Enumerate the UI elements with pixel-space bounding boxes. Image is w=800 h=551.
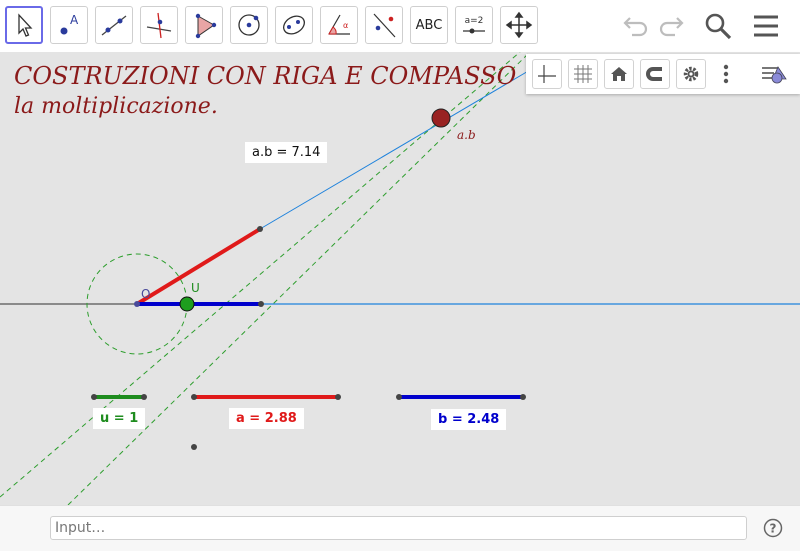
line-tool[interactable]: [95, 6, 133, 44]
point-b-end[interactable]: [258, 301, 264, 307]
label-ab[interactable]: a.b = 7.14: [245, 142, 328, 163]
point-product-label: a.b: [457, 128, 476, 142]
polygon-icon: [195, 13, 217, 39]
svg-text:a=2: a=2: [465, 16, 484, 26]
svg-text:?: ?: [770, 522, 777, 536]
point-u-label: U: [191, 281, 200, 295]
label-a[interactable]: a = 2.88: [229, 408, 304, 429]
line-icon: [101, 15, 127, 36]
svg-text:A: A: [70, 13, 79, 27]
undo-button[interactable]: [617, 8, 653, 44]
svg-text:α: α: [343, 21, 348, 30]
slider-tool[interactable]: a=2: [455, 6, 493, 44]
label-u[interactable]: u = 1: [93, 408, 146, 429]
style-bar: [526, 54, 800, 94]
dashed-parallel-2[interactable]: [67, 52, 531, 505]
circle-tool[interactable]: [230, 6, 268, 44]
grid-toggle-button[interactable]: [568, 59, 598, 89]
segment-b-end[interactable]: [520, 394, 526, 400]
graphics-view[interactable]: COSTRUZIONI CON RIGA E COMPASSO la molti…: [0, 52, 800, 505]
angle-tool[interactable]: α: [320, 6, 358, 44]
segment-u-end[interactable]: [141, 394, 147, 400]
ellipse-tool[interactable]: [275, 6, 313, 44]
slider-icon: a=2: [463, 16, 485, 34]
point-o-label: O: [141, 287, 151, 301]
axes-icon: [538, 65, 556, 83]
settings-button[interactable]: [676, 59, 706, 89]
point-icon: A: [60, 13, 79, 35]
input-bar: ?: [0, 505, 800, 551]
construction-canvas[interactable]: [0, 52, 800, 505]
ellipse-icon: [283, 15, 305, 35]
text-tool[interactable]: ABC: [410, 6, 448, 44]
menu-icon: [754, 15, 778, 37]
circle-icon: [238, 14, 260, 36]
undo-icon: [623, 17, 648, 37]
text-icon: ABC: [415, 17, 443, 33]
algebra-input[interactable]: [50, 516, 747, 540]
perpendicular-tool[interactable]: [140, 6, 178, 44]
search-button[interactable]: [700, 8, 736, 44]
point-a-end[interactable]: [257, 226, 263, 232]
search-icon: [705, 13, 732, 40]
magnet-icon: [646, 67, 662, 81]
segment-a-end[interactable]: [335, 394, 341, 400]
axes-toggle-button[interactable]: [532, 59, 562, 89]
cursor-icon: [18, 13, 33, 37]
perpendicular-icon: [146, 12, 172, 39]
segment-b-start[interactable]: [396, 394, 402, 400]
move-view-icon: [505, 11, 533, 39]
home-icon: [611, 67, 627, 81]
redo-button[interactable]: [654, 8, 690, 44]
grid-icon: [574, 65, 592, 83]
label-b[interactable]: b = 2.48: [431, 409, 507, 430]
redo-icon: [659, 17, 684, 37]
point-o[interactable]: [134, 301, 140, 307]
move-tool[interactable]: [5, 6, 43, 44]
page-title: COSTRUZIONI CON RIGA E COMPASSO: [14, 62, 517, 90]
more-icon: [723, 64, 729, 84]
polygon-tool[interactable]: [185, 6, 223, 44]
help-button[interactable]: ?: [763, 518, 783, 538]
segment-a-start[interactable]: [191, 394, 197, 400]
angle-icon: α: [328, 14, 350, 35]
page-subtitle: la moltiplicazione.: [14, 94, 218, 119]
style-bar-toggle[interactable]: [758, 59, 792, 89]
free-point[interactable]: [191, 444, 197, 450]
point-tool[interactable]: A: [50, 6, 88, 44]
point-u[interactable]: [179, 296, 195, 312]
style-bar-toggle-icon: [762, 66, 787, 84]
segment-u-start[interactable]: [91, 394, 97, 400]
reflect-icon: [373, 13, 396, 38]
reflect-tool[interactable]: [365, 6, 403, 44]
point-capture-button[interactable]: [640, 59, 670, 89]
more-button[interactable]: [716, 59, 736, 89]
move-view-tool[interactable]: [500, 6, 538, 44]
point-product[interactable]: [431, 108, 451, 128]
question-icon: ?: [763, 518, 783, 538]
menu-button[interactable]: [748, 8, 784, 44]
gear-icon: [683, 66, 699, 82]
toolbar: A α ABC a=2: [0, 0, 800, 52]
home-button[interactable]: [604, 59, 634, 89]
